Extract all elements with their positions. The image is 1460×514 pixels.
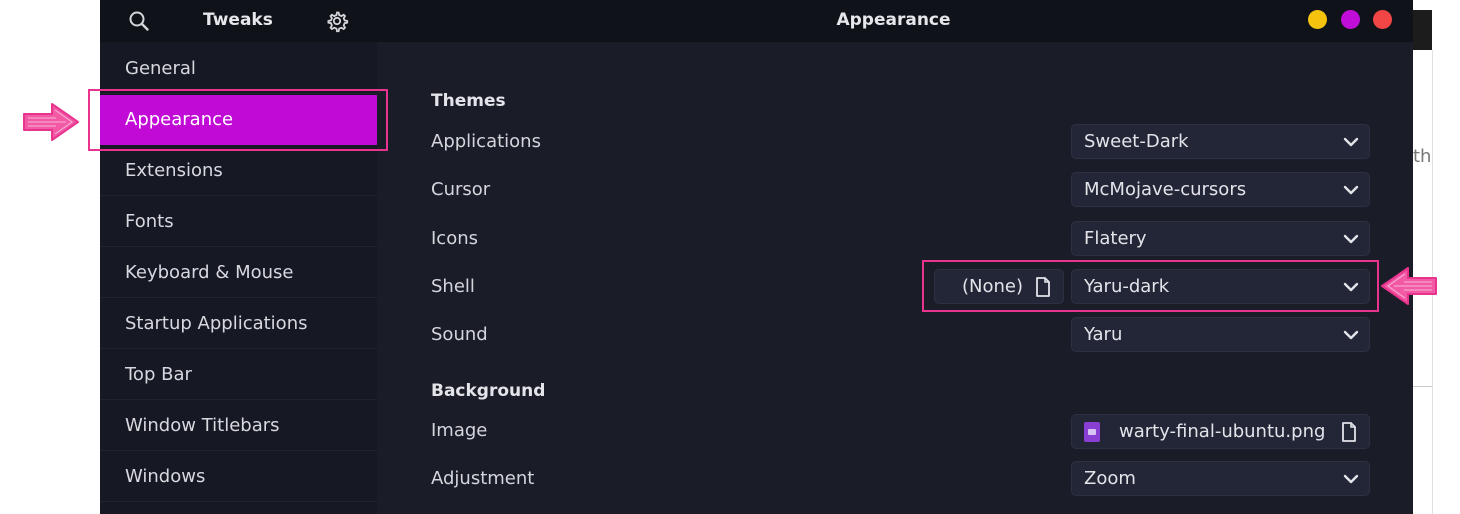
search-button[interactable] (127, 9, 151, 33)
file-chooser-value: warty-final-ubuntu.png (1119, 421, 1326, 442)
close-button[interactable] (1373, 10, 1392, 29)
sidebar-item-general[interactable]: General (100, 44, 377, 94)
sidebar-item-label: Extensions (125, 160, 223, 181)
sidebar-item-label: Top Bar (125, 364, 192, 385)
search-icon (129, 11, 149, 31)
adjustment-label: Adjustment (431, 468, 535, 489)
sound-label: Sound (431, 324, 488, 345)
minimize-button[interactable] (1308, 10, 1327, 29)
settings-button[interactable] (324, 8, 350, 34)
page-title: Appearance (836, 10, 951, 30)
sidebar-item-label: Windows (125, 466, 206, 487)
icons-label: Icons (431, 228, 479, 249)
dropdown-value: Flatery (1084, 228, 1147, 249)
sidebar-item-startup-applications[interactable]: Startup Applications (100, 299, 377, 349)
cursor-theme-dropdown[interactable]: McMojave-cursors (1071, 172, 1370, 207)
sound-theme-dropdown[interactable]: Yaru (1071, 317, 1370, 352)
dropdown-value: Zoom (1084, 468, 1136, 489)
sidebar-item-window-titlebars[interactable]: Window Titlebars (100, 401, 377, 451)
sidebar-item-keyboard-mouse[interactable]: Keyboard & Mouse (100, 248, 377, 298)
background-window-text: th (1413, 146, 1432, 167)
background-image-file-chooser[interactable]: warty-final-ubuntu.png (1071, 414, 1370, 449)
header-bar: Tweaks Appearance (100, 0, 1413, 42)
appearance-highlight-box (88, 89, 388, 151)
chevron-down-icon (1343, 185, 1359, 195)
applications-label: Applications (431, 131, 541, 152)
tweaks-window: Tweaks Appearance General Appearance Ext… (100, 0, 1413, 514)
background-window-titlebar (1413, 10, 1432, 50)
shell-label: Shell (431, 276, 475, 297)
background-adjustment-dropdown[interactable]: Zoom (1071, 461, 1370, 496)
sidebar-item-label: Window Titlebars (125, 415, 280, 436)
background-window: th (1413, 0, 1460, 514)
sidebar-item-extensions[interactable]: Extensions (100, 146, 377, 196)
sidebar-item-label: General (125, 58, 196, 79)
cursor-label: Cursor (431, 179, 491, 200)
image-label: Image (431, 420, 488, 441)
dropdown-value: Sweet-Dark (1084, 131, 1189, 152)
chevron-down-icon (1343, 330, 1359, 340)
sidebar-item-windows[interactable]: Windows (100, 452, 377, 502)
gear-icon (327, 11, 349, 33)
sidebar-item-label: Fonts (125, 211, 174, 232)
dropdown-value: Yaru (1084, 324, 1123, 345)
chevron-down-icon (1343, 474, 1359, 484)
themes-section-title: Themes (431, 91, 506, 111)
sidebar-item-top-bar[interactable]: Top Bar (100, 350, 377, 400)
background-section-title: Background (431, 381, 546, 401)
sidebar-item-label: Startup Applications (125, 313, 308, 334)
shell-highlight-box (922, 260, 1379, 312)
icons-theme-dropdown[interactable]: Flatery (1071, 221, 1370, 256)
sidebar-item-label: Keyboard & Mouse (125, 262, 294, 283)
arrow-icon (23, 103, 79, 141)
dropdown-value: McMojave-cursors (1084, 179, 1247, 200)
image-file-icon (1084, 422, 1100, 442)
chevron-down-icon (1343, 234, 1359, 244)
sidebar-item-fonts[interactable]: Fonts (100, 197, 377, 247)
app-name: Tweaks (203, 10, 273, 30)
document-icon (1342, 422, 1356, 442)
maximize-button[interactable] (1341, 10, 1360, 29)
applications-theme-dropdown[interactable]: Sweet-Dark (1071, 124, 1370, 159)
chevron-down-icon (1343, 137, 1359, 147)
background-window-divider (1413, 386, 1432, 387)
arrow-icon (1381, 267, 1437, 305)
